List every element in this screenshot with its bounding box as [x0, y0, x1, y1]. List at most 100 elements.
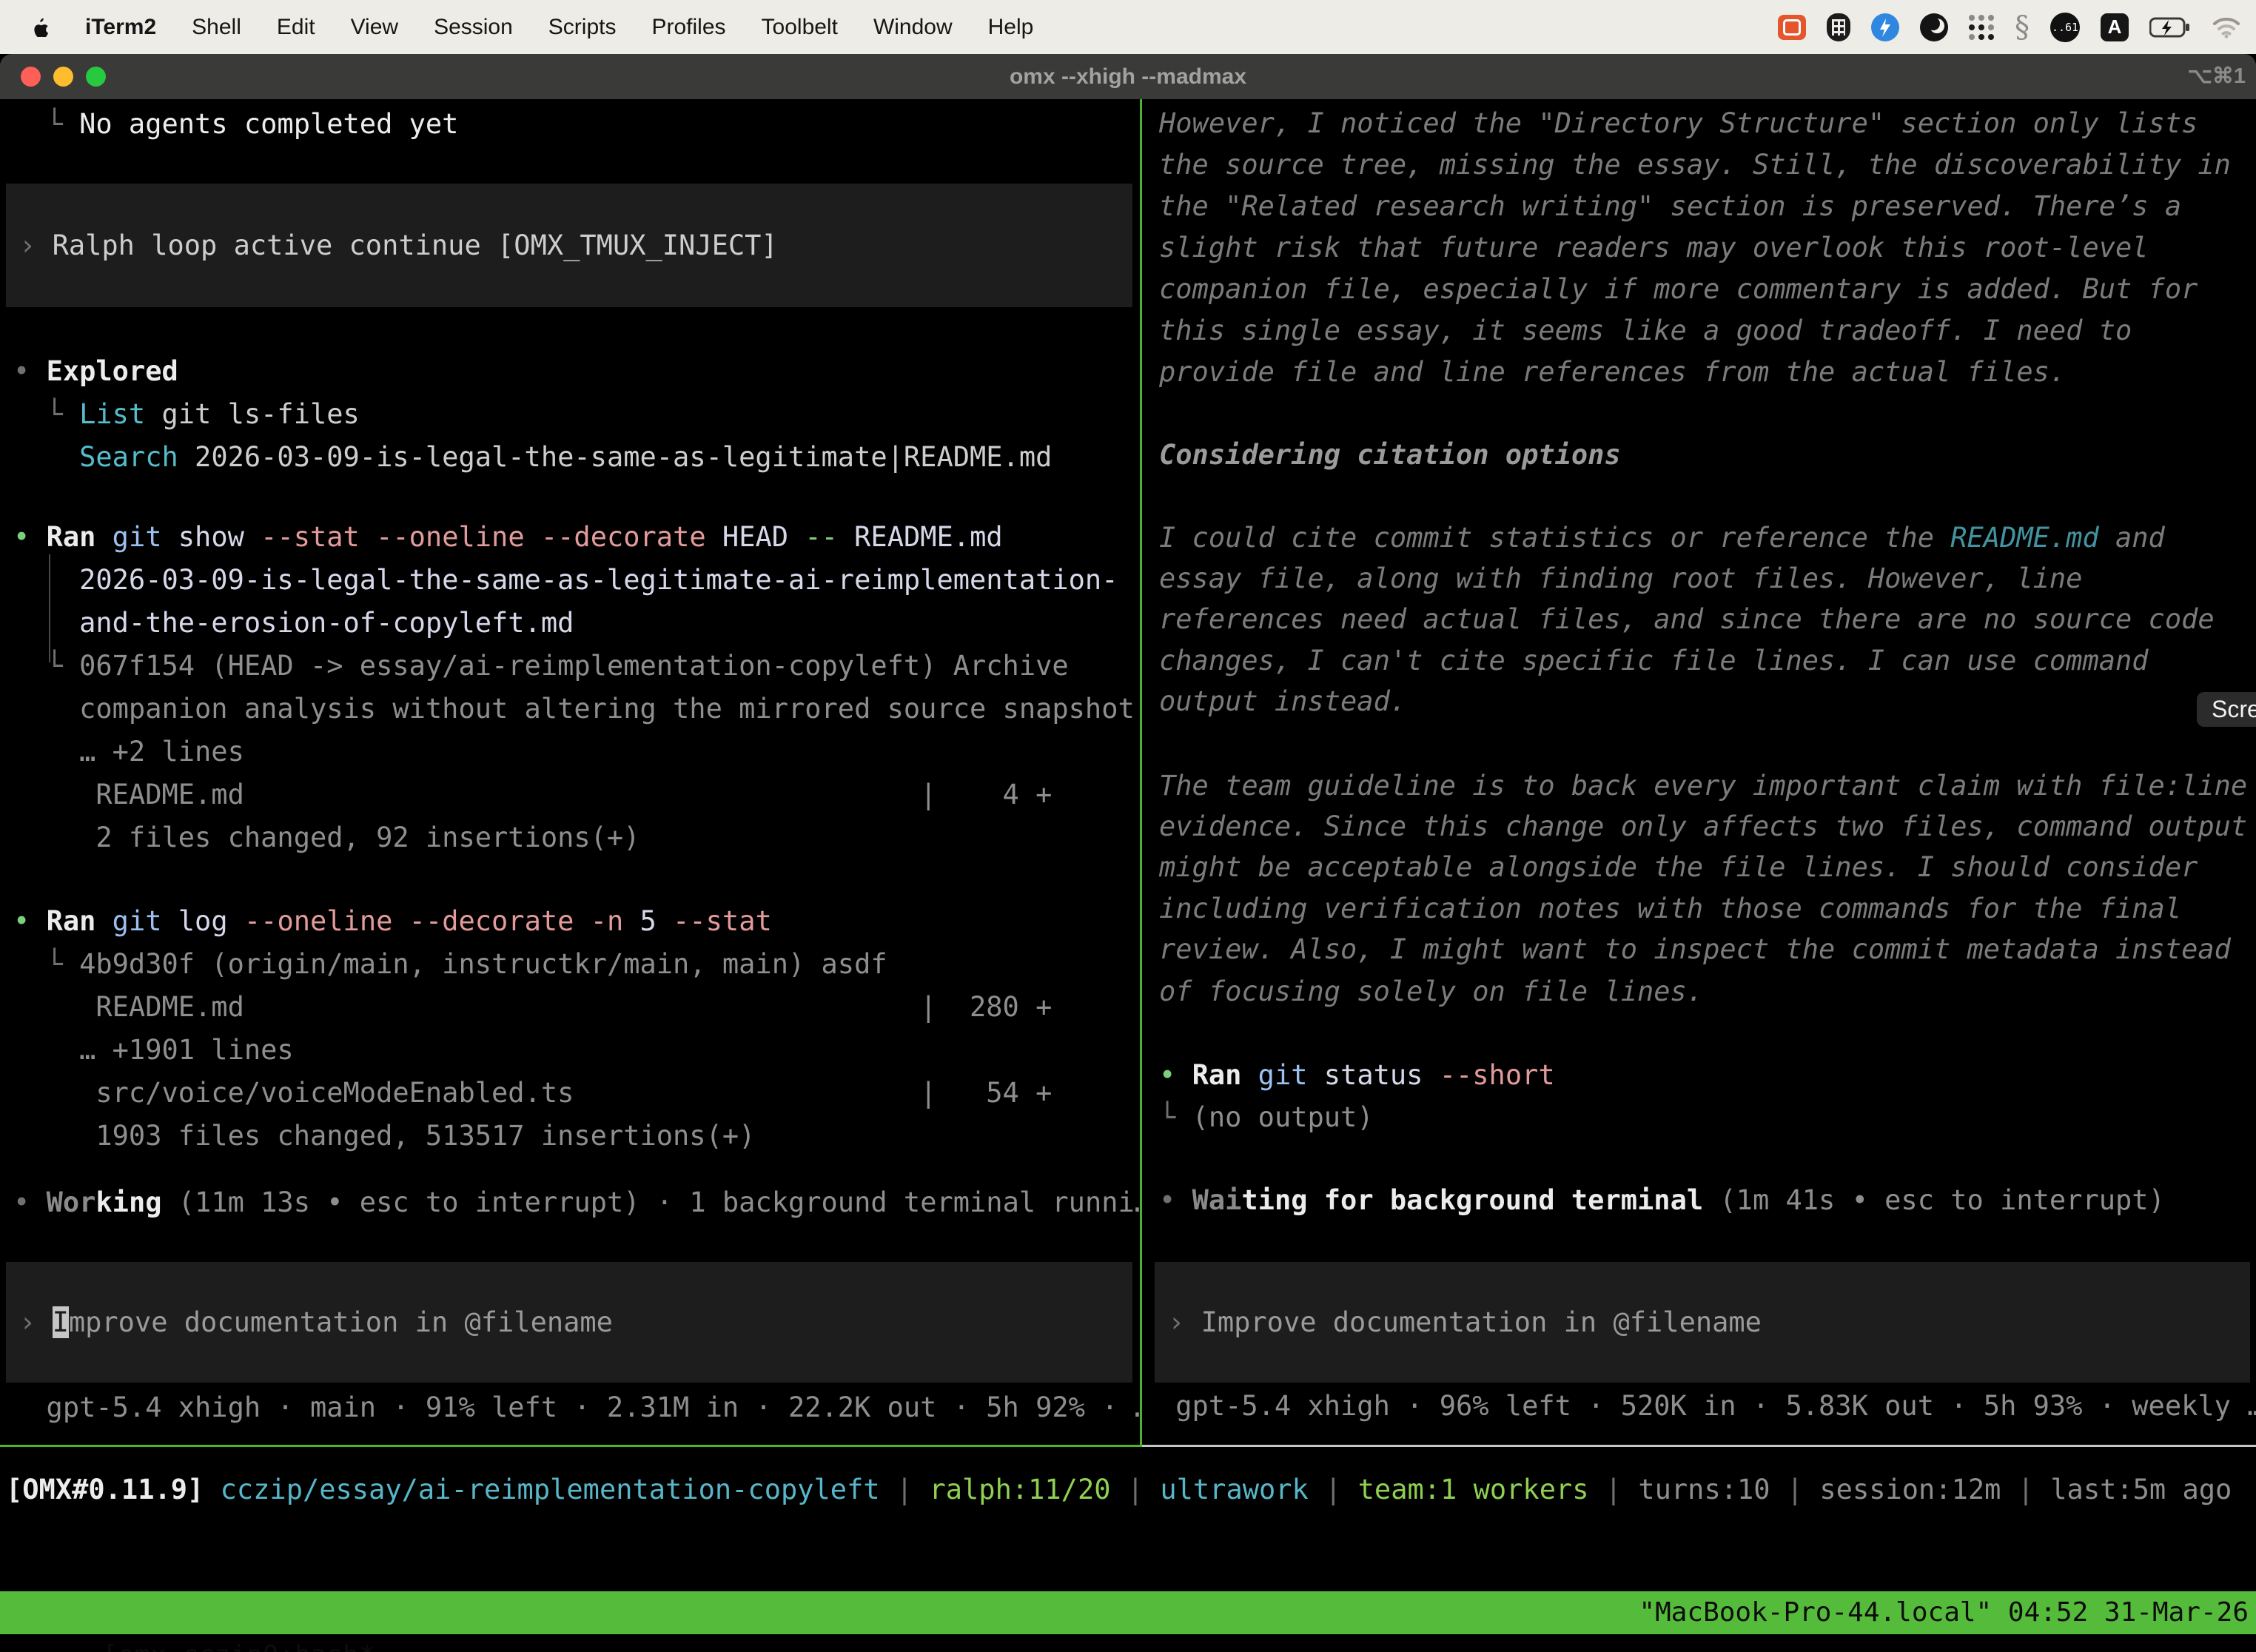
menu-bar: iTerm2 Shell Edit View Session Scripts Profile… — [0, 0, 2256, 54]
terminal-line: review. Also, I might want to inspect th… — [1152, 928, 2256, 971]
wifi-icon[interactable] — [2212, 16, 2241, 38]
crescent-icon[interactable] — [1920, 13, 1948, 41]
text-segment: --short — [1440, 1059, 1555, 1091]
text-segment: 4b9d30f (origin/main, instructkr/main, m… — [79, 948, 887, 980]
text-segment: of focusing solely on file lines. — [1159, 976, 1703, 1007]
text-segment — [360, 521, 376, 553]
text-segment: Search — [79, 441, 178, 473]
input-source-icon[interactable]: A — [2101, 13, 2129, 41]
text-segment: 2026-03-09-is-legal-the-same-as-legitima… — [13, 564, 1118, 596]
terminal-line: of focusing solely on file lines. — [1152, 970, 2256, 1013]
text-segment: Ran — [1192, 1059, 1242, 1091]
terminal-line: … +2 lines — [0, 731, 1140, 773]
text-segment: show — [178, 521, 244, 553]
text-segment: essay file, along with finding root file… — [1159, 563, 2082, 594]
ralph-loop-banner: › Ralph loop active continue [OMX_TMUX_I… — [6, 184, 1132, 307]
blue-bolt-icon[interactable] — [1871, 13, 1899, 41]
text-segment — [574, 905, 590, 937]
menu-item-view[interactable]: View — [351, 15, 398, 40]
text-segment: --stat — [673, 905, 772, 937]
terminal-line: └ No agents completed yet — [0, 103, 1140, 146]
text-segment — [1241, 1059, 1258, 1091]
text-segment: log — [178, 905, 228, 937]
text-segment: | — [2001, 1474, 2050, 1505]
text-segment: Considering citation options — [1159, 439, 1621, 471]
text-segment: -n — [591, 905, 624, 937]
text-segment: git — [113, 905, 162, 937]
text-segment: (1m 41s • esc to interrupt) — [1703, 1184, 2165, 1216]
text-segment: git — [113, 521, 162, 553]
menu-item-window[interactable]: Window — [873, 15, 953, 40]
menu-item-iterm2[interactable]: iTerm2 — [85, 15, 156, 40]
battery-monitor-icon[interactable]: ..61 — [2050, 13, 2080, 42]
text-segment: • — [1159, 1184, 1192, 1216]
title-bar: omx --xhigh --madmax ⌥⌘1 — [0, 54, 2256, 99]
text-segment: Improve documentation in @filename — [1201, 1306, 1762, 1338]
text-segment: slight risk that future readers may over… — [1159, 232, 2149, 263]
text-segment: git — [1258, 1059, 1308, 1091]
tmux-session-label[interactable]: [omx-cczip0:bash* — [96, 1640, 375, 1652]
terminal-line: output instead. — [1152, 680, 2256, 723]
text-segment: • — [13, 521, 47, 553]
screen-recording-icon[interactable] — [1778, 15, 1806, 40]
battery-icon[interactable] — [2149, 17, 2191, 38]
text-segment: gpt-5.4 xhigh · main · 91% left · 2.31M … — [13, 1391, 1140, 1423]
squiggle-icon[interactable]: § — [2015, 13, 2030, 42]
text-segment: ralph:11/20 — [929, 1474, 1110, 1505]
text-segment: (no output) — [1192, 1101, 1374, 1133]
menu-item-toolbelt[interactable]: Toolbelt — [762, 15, 838, 40]
text-segment — [95, 905, 112, 937]
text-segment: --decorate — [541, 521, 706, 553]
pane-border-bottom-right — [1142, 1445, 2256, 1447]
text-segment: List — [79, 398, 145, 430]
text-segment — [162, 521, 178, 553]
status-icons: § ..61 A — [1778, 13, 2256, 42]
text-segment: • — [1159, 1059, 1192, 1091]
text-segment: | — [1111, 1474, 1161, 1505]
menu-item-shell[interactable]: Shell — [192, 15, 241, 40]
prompt-input-left[interactable]: › Improve documentation in @filename — [6, 1262, 1132, 1383]
terminal-line: 2 files changed, 92 insertions(+) — [0, 816, 1140, 859]
pane-divider-vertical[interactable] — [1140, 99, 1142, 1445]
text-cursor: I — [53, 1306, 69, 1338]
dots-grid-icon[interactable] — [1969, 15, 1994, 40]
text-segment: including verification notes with those … — [1159, 893, 2181, 924]
prompt-input-right[interactable]: › Improve documentation in @filename — [1155, 1262, 2250, 1383]
text-segment: turns:10 — [1638, 1474, 1770, 1505]
pane-right[interactable]: › Improve documentation in @filename How… — [1152, 99, 2256, 1445]
input-line: › Improve documentation in @filename — [6, 1306, 613, 1338]
text-segment: the "Related research writing" section i… — [1159, 190, 2181, 222]
menu-item-session[interactable]: Session — [434, 15, 513, 40]
terminal-line: • Ran git log --oneline --decorate -n 5 … — [0, 900, 1140, 943]
text-segment: changes, I can't cite specific file line… — [1159, 645, 2149, 676]
input-source-label: A — [2108, 16, 2122, 38]
terminal-line: • Explored — [0, 350, 1140, 393]
text-segment: › — [19, 1306, 53, 1338]
menu-item-profiles[interactable]: Profiles — [651, 15, 725, 40]
menu-item-edit[interactable]: Edit — [277, 15, 315, 40]
terminal-line: However, I noticed the "Directory Struct… — [1152, 102, 2256, 145]
text-segment: HEAD — [722, 521, 788, 553]
text-segment — [706, 521, 722, 553]
menu-item-scripts[interactable]: Scripts — [548, 15, 617, 40]
text-segment — [838, 521, 854, 553]
terminal-line: I could cite commit statistics or refere… — [1152, 517, 2256, 560]
terminal: › Ralph loop active continue [OMX_TMUX_I… — [0, 99, 2256, 1652]
apple-icon[interactable] — [30, 17, 50, 37]
screen-tooltip[interactable]: Scre — [2197, 692, 2256, 727]
terminal-line: provide file and line references from th… — [1152, 351, 2256, 394]
text-segment: ultrawork — [1160, 1474, 1308, 1505]
shield-grid-icon[interactable] — [1827, 13, 1850, 41]
terminal-line: and-the-erosion-of-copyleft.md — [0, 602, 1140, 645]
menu-item-help[interactable]: Help — [988, 15, 1034, 40]
terminal-line: slight risk that future readers may over… — [1152, 226, 2256, 269]
terminal-line: references need actual files, and since … — [1152, 598, 2256, 641]
text-segment: last:5m ago — [2050, 1474, 2232, 1505]
pane-left[interactable]: › Ralph loop active continue [OMX_TMUX_I… — [0, 99, 1140, 1445]
text-segment: session:12m — [1819, 1474, 2001, 1505]
menu-items: iTerm2 Shell Edit View Session Scripts Profile… — [85, 15, 1033, 40]
terminal-line: the "Related research writing" section i… — [1152, 185, 2256, 228]
terminal-line: this single essay, it seems like a good … — [1152, 309, 2256, 352]
text-segment: --decorate — [409, 905, 574, 937]
text-segment: team:1 workers — [1358, 1474, 1589, 1505]
